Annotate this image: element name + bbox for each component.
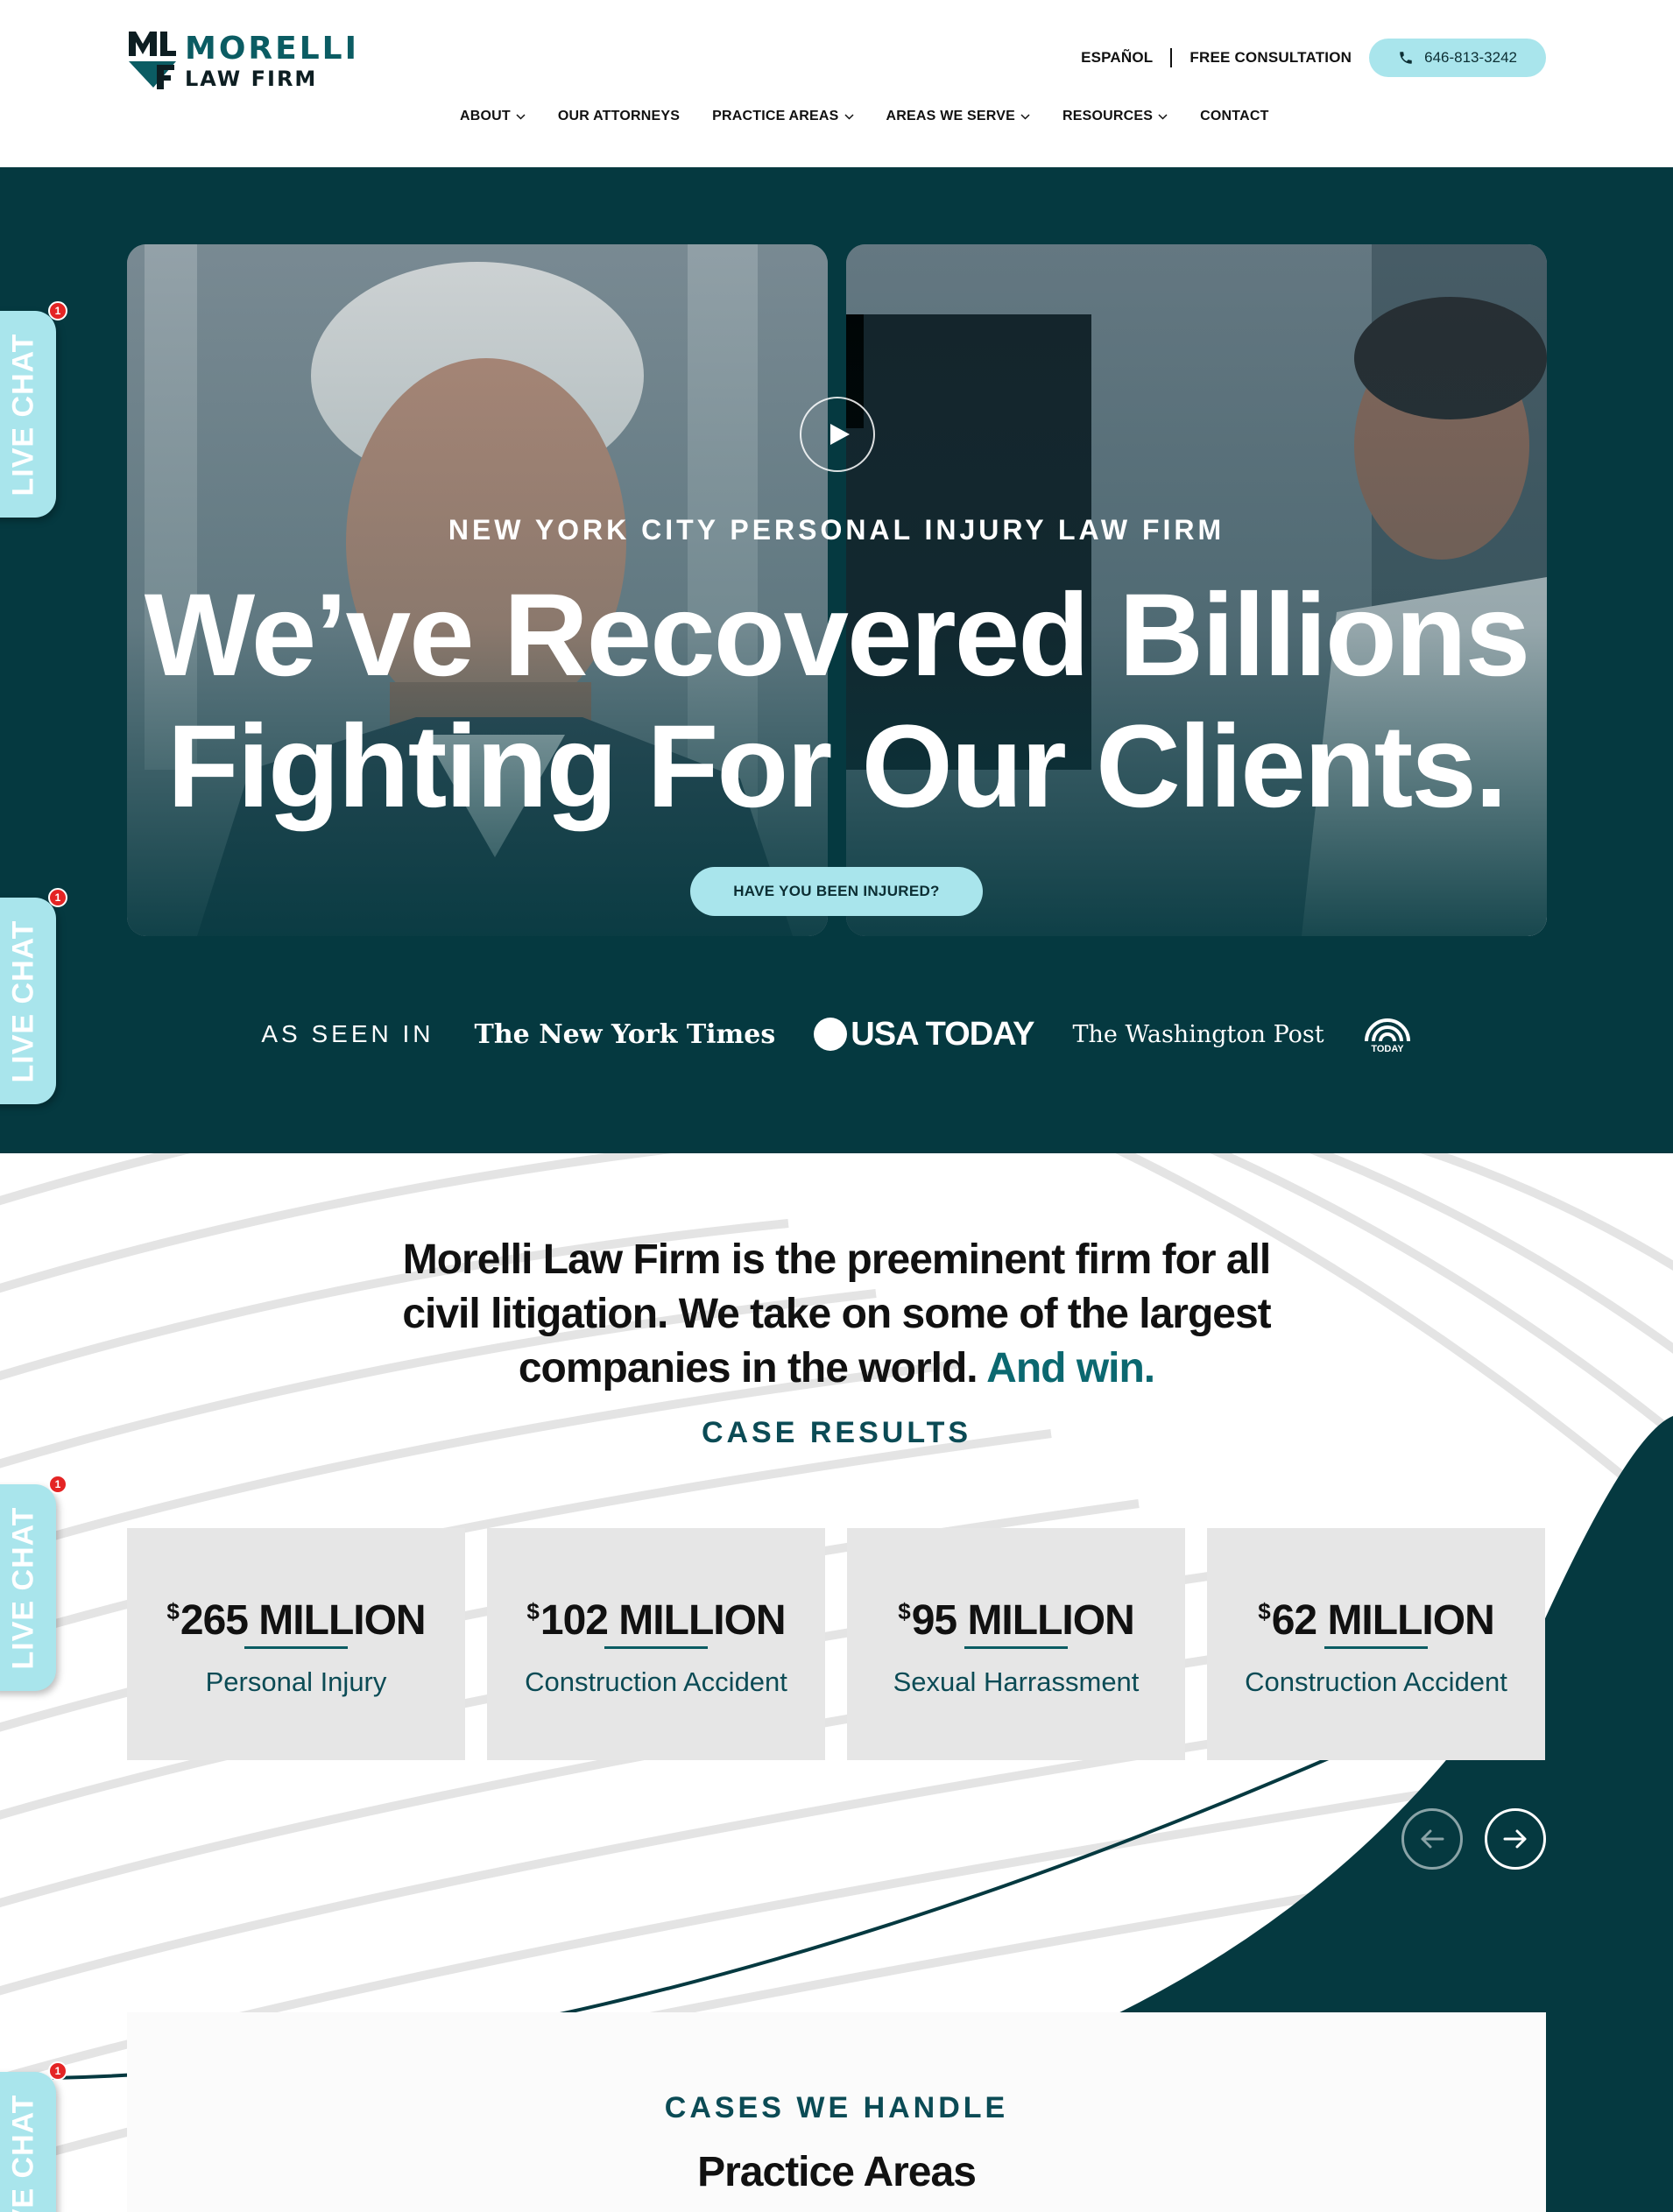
play-icon xyxy=(830,424,850,445)
case-result-card[interactable]: $265 MILLION Personal Injury xyxy=(127,1528,465,1760)
logo-mark-icon xyxy=(129,32,176,89)
intro-statement: Morelli Law Firm is the preeminent firm … xyxy=(0,1233,1673,1396)
cases-we-handle-heading: CASES WE HANDLE xyxy=(664,2091,1009,2124)
case-result-card[interactable]: $102 MILLION Construction Accident xyxy=(487,1528,825,1760)
brand-logo[interactable]: MORELLI LAW FIRM xyxy=(127,30,381,91)
notification-badge: 1 xyxy=(48,2061,67,2081)
nav-item-areas-we-serve[interactable]: AREAS WE SERVE xyxy=(886,109,1030,124)
case-result-card[interactable]: $95 MILLION Sexual Harrassment xyxy=(847,1528,1185,1760)
intro-line-1: Morelli Law Firm is the preeminent firm … xyxy=(402,1236,1272,1283)
nav-label: RESOURCES xyxy=(1062,109,1154,123)
case-result-card[interactable]: $62 MILLION Construction Accident xyxy=(1207,1528,1545,1760)
live-chat-label: LIVE CHAT xyxy=(6,1506,40,1669)
utility-bar: ESPAÑOL FREE CONSULTATION 646-813-3242 xyxy=(1081,39,1546,77)
usa-today-dot-icon xyxy=(814,1018,848,1051)
carousel-prev-button[interactable] xyxy=(1401,1808,1463,1870)
arrow-right-icon xyxy=(1503,1829,1527,1849)
utility-divider xyxy=(1170,48,1173,67)
case-results-heading: CASE RESULTS xyxy=(701,1416,972,1449)
phone-button[interactable]: 646-813-3242 xyxy=(1369,39,1546,77)
card-divider xyxy=(244,1646,348,1649)
intro-line-3-text: companies in the world. xyxy=(518,1345,987,1391)
as-seen-in-label: AS SEEN IN xyxy=(261,1020,434,1047)
brand-name: MORELLI xyxy=(185,31,360,67)
espanol-link[interactable]: ESPAÑOL xyxy=(1081,49,1153,67)
intro-line-2: civil litigation. We take on some of the… xyxy=(402,1291,1271,1337)
practice-areas-title: Practice Areas xyxy=(697,2149,977,2195)
chevron-down-icon xyxy=(844,113,854,120)
headline-part1: We’ve Recovered xyxy=(144,570,1119,701)
currency-symbol: $ xyxy=(166,1598,180,1624)
live-chat-tab[interactable]: LIVE CHAT xyxy=(0,1484,56,1691)
case-result-type: Personal Injury xyxy=(205,1666,387,1697)
live-chat-tab[interactable]: LIVE CHAT xyxy=(0,2072,56,2212)
nav-label: PRACTICE AREAS xyxy=(712,109,839,123)
nav-item-resources[interactable]: RESOURCES xyxy=(1062,109,1168,124)
chevron-down-icon xyxy=(516,113,526,120)
nav-label: AREAS WE SERVE xyxy=(886,109,1015,123)
today-show-logo: TODAY xyxy=(1364,1018,1410,1053)
case-result-type: Construction Accident xyxy=(525,1666,787,1697)
hero-headline: We’ve Recovered Billions Fighting For Ou… xyxy=(0,570,1673,833)
amount-value: 265 MILLION xyxy=(180,1597,427,1644)
nav-label: OUR ATTORNEYS xyxy=(557,109,681,123)
washington-post-logo: The Washington Post xyxy=(1072,1020,1324,1048)
main-nav: ABOUT OUR ATTORNEYS PRACTICE AREAS AREAS… xyxy=(460,109,1302,124)
phone-icon xyxy=(1400,52,1412,64)
card-divider xyxy=(964,1646,1068,1649)
nav-item-our-attorneys[interactable]: OUR ATTORNEYS xyxy=(558,109,680,124)
case-result-type: Sexual Harrassment xyxy=(893,1666,1140,1697)
case-result-amount: $102 MILLION xyxy=(526,1596,787,1645)
amount-value: 62 MILLION xyxy=(1271,1597,1495,1644)
card-divider xyxy=(604,1646,708,1649)
nav-label: CONTACT xyxy=(1200,109,1269,123)
carousel-next-button[interactable] xyxy=(1485,1808,1546,1870)
nav-item-practice-areas[interactable]: PRACTICE AREAS xyxy=(712,109,854,124)
case-result-amount: $62 MILLION xyxy=(1258,1596,1495,1645)
nav-item-about[interactable]: ABOUT xyxy=(460,109,526,124)
nav-item-contact[interactable]: CONTACT xyxy=(1200,109,1268,124)
practice-areas-section: CASES WE HANDLE Practice Areas xyxy=(127,2012,1546,2212)
live-chat-tab[interactable]: LIVE CHAT xyxy=(0,311,56,518)
currency-symbol: $ xyxy=(898,1598,911,1624)
live-chat-label: LIVE CHAT xyxy=(6,919,40,1082)
site-header: MORELLI LAW FIRM ESPAÑOL FREE CONSULTATI… xyxy=(0,0,1673,167)
amount-value: 102 MILLION xyxy=(540,1597,787,1644)
usa-today-logo: USA TODAY xyxy=(814,1016,1034,1053)
live-chat-tab[interactable]: LIVE CHAT xyxy=(0,898,56,1104)
card-divider xyxy=(1324,1646,1428,1649)
notification-badge: 1 xyxy=(48,301,67,321)
headline-emphasis: Billions xyxy=(1119,570,1530,701)
intro-accent: And win. xyxy=(986,1345,1155,1391)
hero-section: NEW YORK CITY PERSONAL INJURY LAW FIRM W… xyxy=(0,167,1673,1153)
have-you-been-injured-button[interactable]: HAVE YOU BEEN INJURED? xyxy=(690,867,983,916)
case-result-type: Construction Accident xyxy=(1245,1666,1507,1697)
case-results-carousel: $265 MILLION Personal Injury $102 MILLIO… xyxy=(127,1528,1545,1760)
live-chat-label: LIVE CHAT xyxy=(6,333,40,496)
live-chat-label: LIVE CHAT xyxy=(6,2094,40,2212)
currency-symbol: $ xyxy=(1258,1598,1271,1624)
play-video-button[interactable] xyxy=(800,397,875,472)
nav-label: ABOUT xyxy=(460,109,511,123)
notification-badge: 1 xyxy=(48,1475,67,1494)
amount-value: 95 MILLION xyxy=(911,1597,1135,1644)
chevron-down-icon xyxy=(1158,113,1168,120)
notification-badge: 1 xyxy=(48,888,67,907)
hero-kicker: NEW YORK CITY PERSONAL INJURY LAW FIRM xyxy=(448,514,1225,546)
as-seen-in-bar: AS SEEN IN The New York Times USA TODAY … xyxy=(0,1008,1673,1060)
arrow-left-icon xyxy=(1421,1829,1444,1849)
intro-line-3: companies in the world. And win. xyxy=(0,1342,1673,1396)
free-consultation-link[interactable]: FREE CONSULTATION xyxy=(1189,49,1352,67)
currency-symbol: $ xyxy=(526,1598,540,1624)
nyt-logo: The New York Times xyxy=(474,1018,776,1050)
phone-number: 646-813-3242 xyxy=(1424,49,1517,66)
usa-today-text: USA TODAY xyxy=(851,1015,1034,1053)
chevron-down-icon xyxy=(1020,113,1030,120)
today-logo-text: TODAY xyxy=(1371,1044,1404,1053)
brand-subtitle: LAW FIRM xyxy=(185,67,318,91)
case-result-amount: $95 MILLION xyxy=(898,1596,1135,1645)
case-result-amount: $265 MILLION xyxy=(166,1596,427,1645)
case-results-section: Morelli Law Firm is the preeminent firm … xyxy=(0,1153,1673,2212)
headline-line2: Fighting For Our Clients. xyxy=(166,701,1507,832)
